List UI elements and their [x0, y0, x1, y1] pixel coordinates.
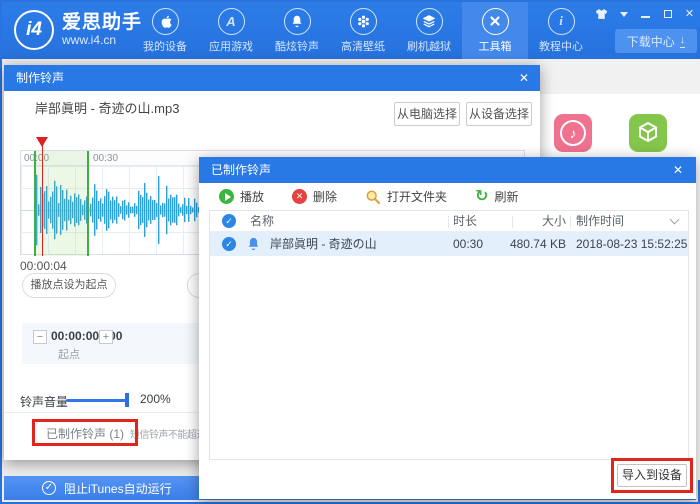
cell-created: 2018-08-23 15:52:25 [576, 232, 687, 256]
ringtone-toolbar: 播放 ✕ 删除 打开文件夹 ↻ 刷新 [199, 183, 696, 210]
brand-site: www.i4.cn [62, 34, 142, 47]
close-icon[interactable]: ✕ [516, 70, 532, 86]
playhead-line [42, 139, 43, 256]
nav-label: 工具箱 [479, 38, 512, 54]
start-plus-button[interactable]: + [99, 330, 113, 344]
play-icon [219, 189, 234, 204]
choose-from-pc-button[interactable]: 从电脑选择 [394, 102, 460, 126]
cell-duration: 00:30 [453, 232, 483, 256]
layers-icon [416, 8, 443, 35]
nav-label: 高清壁纸 [341, 38, 385, 54]
i4-logo-icon: i4 [14, 10, 54, 50]
column-header-size[interactable]: 大小 [480, 211, 566, 232]
column-header-duration[interactable]: 时长 [453, 211, 477, 232]
menu-dropdown-icon[interactable] [617, 7, 630, 20]
info-icon: i [548, 8, 575, 35]
table-header-row: ✓ 名称 时长 大小 制作时间 [210, 211, 688, 232]
top-nav-bar: i4 爱思助手 www.i4.cn 我的设备 A 应用游戏 酷炫铃声 [2, 2, 700, 59]
start-point-label: 起点 [58, 346, 80, 362]
nav-item-toolbox[interactable]: 工具箱 [462, 2, 528, 59]
dialog-title-bar: 已制作铃声 [199, 157, 696, 183]
table-row[interactable]: ✓ 岸部眞明 - 奇迹の山 00:30 480.74 KB 2018-08-23… [210, 232, 688, 256]
close-icon[interactable]: ✕ [670, 162, 686, 178]
made-ringtones-dialog: 已制作铃声 ✕ 播放 ✕ 删除 打开文件夹 ↻ 刷新 ✓ [199, 157, 696, 499]
nav-item-ringtones[interactable]: 酷炫铃声 [264, 2, 330, 59]
minimize-icon[interactable] [639, 7, 652, 20]
dialog-title: 制作铃声 [16, 71, 64, 85]
nav-label: 酷炫铃声 [275, 38, 319, 54]
play-label: 播放 [240, 188, 264, 205]
brand-logo: i4 爱思助手 www.i4.cn [14, 10, 142, 50]
cell-size: 480.74 KB [480, 232, 566, 256]
refresh-label: 刷新 [494, 188, 518, 205]
ringtone-table: ✓ 名称 时长 大小 制作时间 ✓ 岸部眞明 - 奇迹の山 00:30 480.… [209, 210, 689, 460]
refresh-button[interactable]: ↻ 刷新 [475, 188, 518, 205]
current-play-time: 00:00:04 [20, 259, 67, 273]
check-circle-icon: ✓ [42, 481, 56, 495]
open-folder-label: 打开文件夹 [387, 188, 447, 205]
start-minus-button[interactable]: − [33, 330, 47, 344]
nav-item-apps-games[interactable]: A 应用游戏 [198, 2, 264, 59]
delete-icon: ✕ [292, 189, 307, 204]
flower-icon [350, 8, 377, 35]
magnifier-folder-icon [365, 189, 381, 205]
nav-item-my-device[interactable]: 我的设备 [132, 2, 198, 59]
red-highlight-annotation [32, 419, 138, 446]
skin-theme-icon[interactable] [595, 7, 608, 20]
refresh-icon: ↻ [475, 189, 488, 204]
delete-button[interactable]: ✕ 删除 [292, 188, 337, 205]
cube-icon [635, 120, 661, 146]
app-window: i4 爱思助手 www.i4.cn 我的设备 A 应用游戏 酷炫铃声 [0, 0, 700, 504]
apple-icon [152, 8, 179, 35]
close-icon[interactable]: ✕ [683, 7, 696, 20]
download-center-button[interactable]: 下载中心 ↓ [615, 29, 697, 53]
column-header-created[interactable]: 制作时间 [576, 211, 624, 232]
volume-label: 铃声音量 [20, 393, 68, 410]
nav-item-flash-jailbreak[interactable]: 刷机越狱 [396, 2, 462, 59]
appstore-icon: A [218, 8, 245, 35]
play-button[interactable]: 播放 [219, 188, 264, 205]
ringtone-maker-tool-icon[interactable]: ♪ [554, 114, 592, 152]
main-nav: 我的设备 A 应用游戏 酷炫铃声 高清壁纸 [132, 2, 594, 59]
set-playpoint-as-start-button[interactable]: 播放点设为起点 [22, 273, 116, 298]
playhead-marker[interactable] [36, 137, 48, 147]
dialog-title-bar: 制作铃声 [4, 65, 540, 91]
red-highlight-annotation [611, 458, 693, 493]
tools-icon [482, 8, 509, 35]
nav-item-wallpapers[interactable]: 高清壁纸 [330, 2, 396, 59]
volume-value: 200% [140, 392, 171, 406]
choose-from-device-button[interactable]: 从设备选择 [466, 102, 532, 126]
nav-label: 应用游戏 [209, 38, 253, 54]
cell-name: 岸部眞明 - 奇迹の山 [270, 232, 377, 256]
cube-tool-icon[interactable] [629, 114, 667, 152]
window-controls: ✕ [595, 7, 696, 20]
download-center-label: 下载中心 [627, 33, 675, 50]
ruler-tick-0030: 00:30 [93, 153, 118, 164]
loaded-file-name: 岸部眞明 - 奇迹の山.mp3 [35, 98, 179, 117]
brand-name: 爱思助手 [62, 13, 142, 34]
sort-chevron-icon[interactable] [670, 215, 680, 225]
nav-label: 我的设备 [143, 38, 187, 54]
maximize-icon[interactable] [661, 7, 674, 20]
volume-slider-handle[interactable] [125, 393, 129, 407]
nav-label: 教程中心 [539, 38, 583, 54]
download-icon: ↓ [680, 35, 686, 48]
open-folder-button[interactable]: 打开文件夹 [365, 188, 447, 205]
music-note-icon: ♪ [570, 125, 577, 141]
nav-item-tutorials[interactable]: i 教程中心 [528, 2, 594, 59]
block-itunes-label[interactable]: 阻止iTunes自动运行 [64, 480, 172, 497]
nav-label: 刷机越狱 [407, 38, 451, 54]
delete-label: 删除 [313, 188, 337, 205]
volume-slider-track[interactable] [66, 399, 128, 402]
dialog-title: 已制作铃声 [211, 163, 271, 177]
select-all-checkbox[interactable]: ✓ [222, 214, 236, 228]
column-header-name[interactable]: 名称 [250, 211, 274, 232]
bell-icon [284, 8, 311, 35]
row-checkbox[interactable]: ✓ [222, 237, 236, 251]
sms-length-hint: 短信铃声不能超过 [130, 426, 206, 441]
ringtone-bell-icon [246, 236, 261, 254]
